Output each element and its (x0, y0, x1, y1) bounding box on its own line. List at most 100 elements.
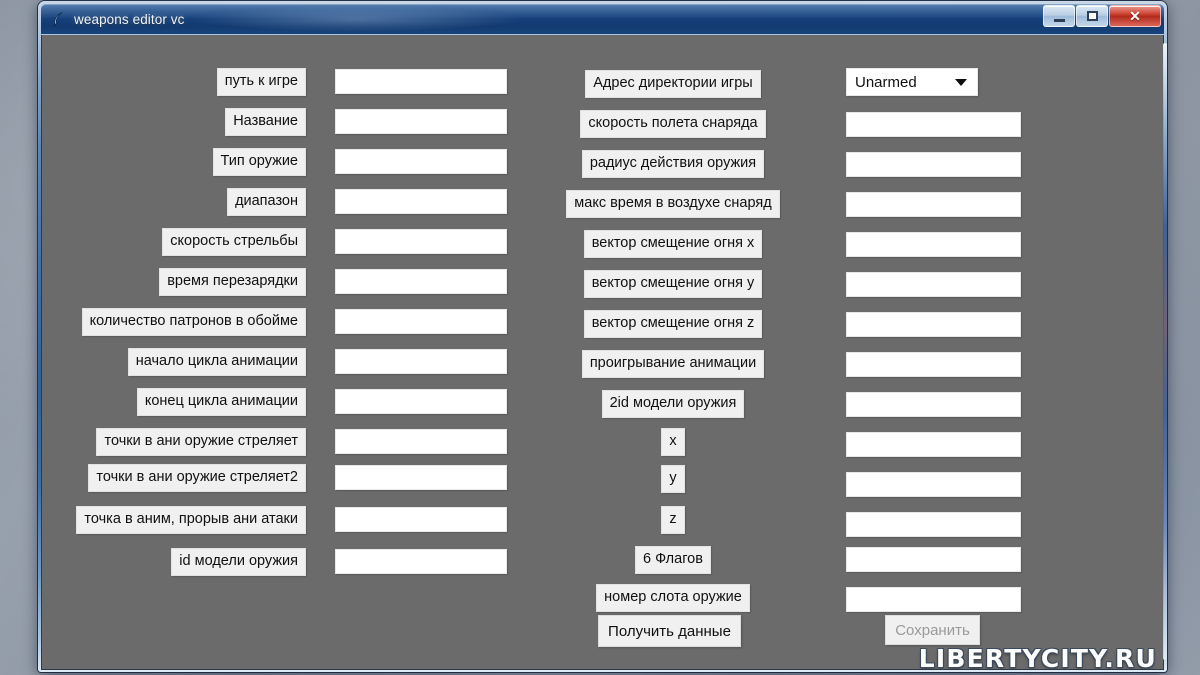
application-window: weapons editor vc ✕ путь к игре Название… (38, 1, 1167, 672)
input-second-weapon-model-id[interactable] (846, 392, 1021, 417)
input-fire-rate[interactable] (335, 229, 507, 254)
label-anim-loop-end: конец цикла анимации (136, 388, 306, 416)
input-weapon-radius[interactable] (846, 152, 1021, 177)
label-fire-offset-z: вектор смещение огня z (583, 310, 763, 338)
form-row: время перезарядки (42, 268, 306, 296)
weapon-select-dropdown[interactable]: Unarmed (846, 68, 978, 96)
form-row: проигрывание анимации (532, 350, 814, 378)
input-anim-loop-start[interactable] (335, 349, 507, 374)
label-name: Название (225, 108, 306, 136)
label-weapon-model-id: id модели оружия (171, 548, 306, 576)
input-weapon-type[interactable] (335, 149, 507, 174)
label-weapon-type: Тип оружие (212, 148, 306, 176)
maximize-icon (1086, 11, 1098, 21)
form-row: id модели оружия (42, 548, 306, 576)
input-z[interactable] (846, 512, 1021, 537)
minimize-icon (1053, 18, 1065, 22)
form-row: 2id модели оружия (532, 390, 814, 418)
label-animation-playback: проигрывание анимации (581, 350, 765, 378)
close-button[interactable]: ✕ (1109, 5, 1161, 27)
input-animation-playback[interactable] (846, 352, 1021, 377)
form-row: диапазон (42, 188, 306, 216)
form-row: скорость полета снаряда (532, 110, 814, 138)
form-row: точки в ани оружие стреляет (42, 428, 306, 456)
label-fire-rate: скорость стрельбы (162, 228, 306, 256)
label-y: y (661, 465, 685, 493)
label-reload-time: время перезарядки (159, 268, 306, 296)
input-reload-time[interactable] (335, 269, 507, 294)
form-row: путь к игре (42, 68, 306, 96)
input-y[interactable] (846, 472, 1021, 497)
label-projectile-speed: скорость полета снаряда (580, 110, 766, 138)
minimize-button[interactable] (1043, 5, 1075, 27)
chevron-down-icon (955, 78, 967, 86)
weapon-select-value: Unarmed (855, 73, 917, 91)
label-game-path: путь к игре (216, 68, 306, 96)
feather-pen-icon (53, 12, 63, 27)
label-anim-attack-breakout: точка в аним, прорыв ани атаки (76, 506, 306, 534)
titlebar-glow (191, 6, 521, 32)
form-row: z (532, 506, 814, 534)
form-row: макс время в воздухе снаряд (532, 190, 814, 218)
label-anim-fire-point-2: точки в ани оружие стреляет2 (88, 464, 306, 492)
label-z: z (661, 506, 685, 534)
form-row: количество патронов в обойме (42, 308, 306, 336)
label-range: диапазон (227, 188, 306, 216)
input-weapon-model-id[interactable] (335, 549, 507, 574)
input-name[interactable] (335, 109, 507, 134)
label-second-weapon-model-id: 2id модели оружия (601, 390, 745, 418)
input-anim-fire-point[interactable] (335, 429, 507, 454)
label-ammo-in-clip: количество патронов в обойме (81, 308, 306, 336)
form-row: x (532, 428, 814, 456)
input-anim-fire-point-2[interactable] (335, 465, 507, 490)
input-six-flags[interactable] (846, 547, 1021, 572)
form-row: вектор смещение огня y (532, 270, 814, 298)
input-range[interactable] (335, 189, 507, 214)
input-x[interactable] (846, 432, 1021, 457)
save-button[interactable]: Сохранить (885, 615, 980, 645)
form-row: Название (42, 108, 306, 136)
form-row: вектор смещение огня x (532, 230, 814, 258)
input-fire-offset-y[interactable] (846, 272, 1021, 297)
label-weapon-radius: радиус действия оружия (581, 150, 765, 178)
desktop-background: weapons editor vc ✕ путь к игре Название… (0, 0, 1200, 675)
form-row: y (532, 465, 814, 493)
input-anim-attack-breakout[interactable] (335, 507, 507, 532)
window-titlebar[interactable]: weapons editor vc ✕ (41, 4, 1164, 34)
form-row: 6 Флагов (532, 546, 814, 574)
get-data-button[interactable]: Получить данные (598, 615, 741, 647)
maximize-button[interactable] (1076, 5, 1108, 27)
form-row: начало цикла анимации (42, 348, 306, 376)
label-x: x (661, 428, 685, 456)
form-row: Тип оружие (42, 148, 306, 176)
label-anim-fire-point: точки в ани оружие стреляет (96, 428, 306, 456)
watermark: LIBERTYCITY.RU (918, 644, 1157, 670)
input-ammo-in-clip[interactable] (335, 309, 507, 334)
label-fire-offset-x: вектор смещение огня x (583, 230, 763, 258)
label-anim-loop-start: начало цикла анимации (127, 348, 306, 376)
label-weapon-slot-number: номер слота оружие (596, 584, 750, 612)
form-row: скорость стрельбы (42, 228, 306, 256)
form-row: точка в аним, прорыв ани атаки (42, 506, 306, 534)
input-fire-offset-z[interactable] (846, 312, 1021, 337)
form-row: конец цикла анимации (42, 388, 306, 416)
left-label-column: путь к игре Название Тип оружие диапазон… (42, 35, 306, 595)
form-row: точки в ани оружие стреляет2 (42, 464, 306, 492)
form-row: номер слота оружие (532, 584, 814, 612)
label-max-air-time: макс время в воздухе снаряд (566, 190, 780, 218)
input-game-path[interactable] (335, 69, 507, 94)
form-row: Адрес директории игры (532, 70, 814, 98)
form-row: вектор смещение огня z (532, 310, 814, 338)
input-fire-offset-x[interactable] (846, 232, 1021, 257)
window-client-area: путь к игре Название Тип оружие диапазон… (41, 35, 1164, 670)
input-weapon-slot-number[interactable] (846, 587, 1021, 612)
label-fire-offset-y: вектор смещение огня y (583, 270, 763, 298)
input-projectile-speed[interactable] (846, 112, 1021, 137)
label-game-directory-address: Адрес директории игры (585, 70, 761, 98)
input-max-air-time[interactable] (846, 192, 1021, 217)
input-anim-loop-end[interactable] (335, 389, 507, 414)
window-caption-buttons: ✕ (1043, 5, 1161, 27)
label-six-flags: 6 Флагов (635, 546, 711, 574)
form-row: радиус действия оружия (532, 150, 814, 178)
window-title: weapons editor vc (74, 11, 185, 27)
